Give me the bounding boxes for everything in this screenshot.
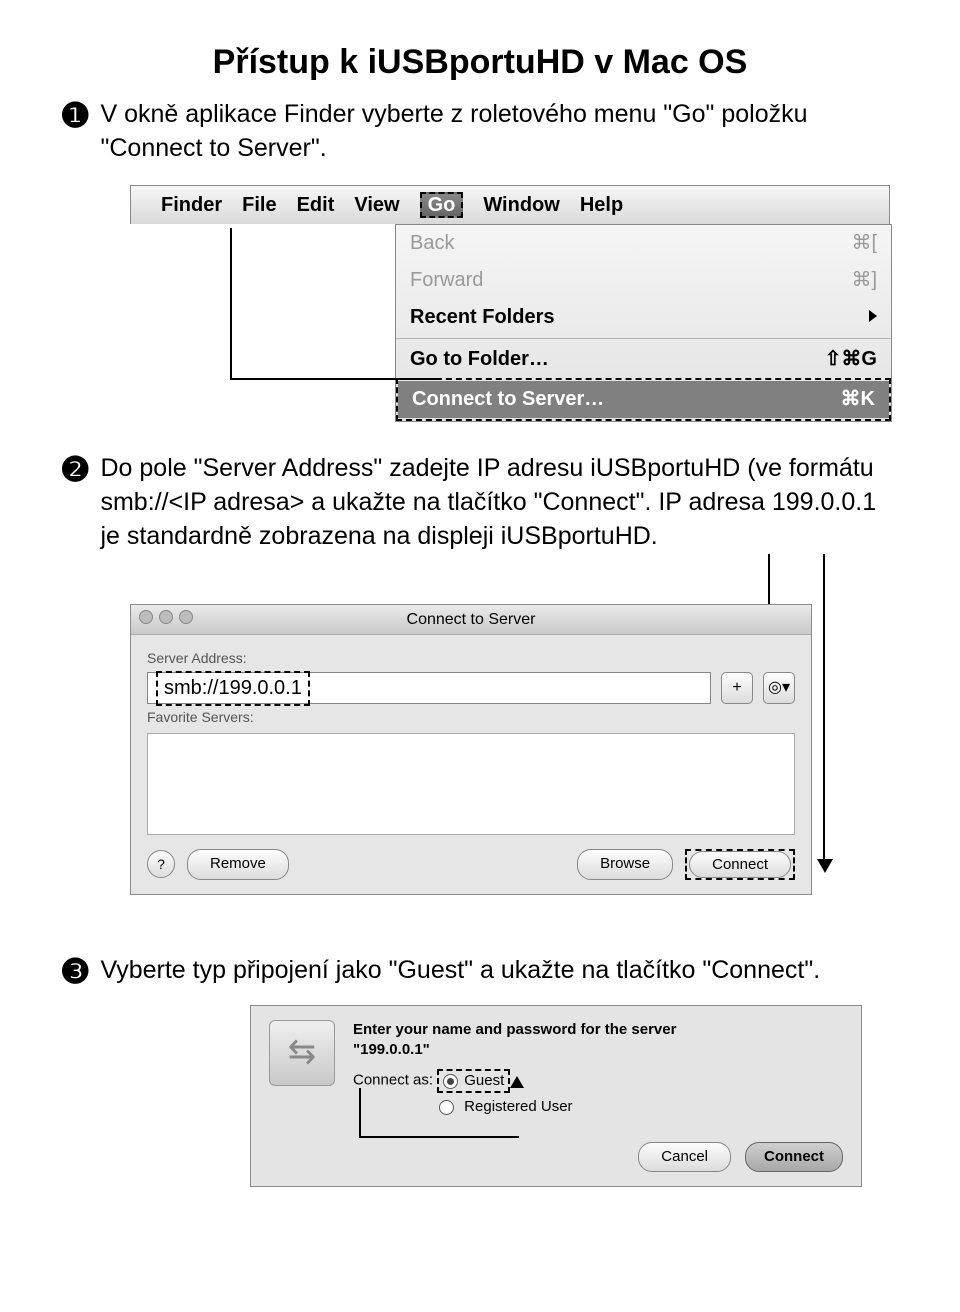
history-button[interactable]: ◎▾ (763, 672, 795, 704)
network-icon: ⇆ (269, 1020, 335, 1086)
callout-arrow-guest (510, 1076, 524, 1088)
go-dropdown: Back ⌘[ Forward ⌘] Recent Folders Go to … (395, 224, 892, 422)
browse-button[interactable]: Browse (577, 849, 673, 879)
menu-file[interactable]: File (242, 192, 276, 219)
step-2-number: ❷ (60, 452, 90, 489)
dialog-titlebar: Connect to Server (131, 605, 811, 636)
auth-prompt: Enter your name and password for the ser… (353, 1020, 843, 1059)
menu-edit[interactable]: Edit (297, 192, 335, 219)
callout-line-guest (359, 1088, 519, 1138)
go-to-folder[interactable]: Go to Folder… ⇧⌘G (396, 341, 891, 378)
remove-button[interactable]: Remove (187, 849, 289, 879)
go-recent[interactable]: Recent Folders (396, 299, 891, 336)
connect-to-server-dialog: Connect to Server Server Address: smb://… (130, 604, 812, 895)
dialog-title: Connect to Server (407, 611, 536, 628)
guest-radio[interactable] (443, 1074, 458, 1089)
menu-finder[interactable]: Finder (161, 192, 222, 219)
connect-button[interactable]: Connect (689, 851, 791, 878)
connect-server-label: Connect to Server… (412, 386, 604, 413)
step-1: ❶ V okně aplikace Finder vyberte z rolet… (60, 98, 900, 166)
menu-view[interactable]: View (354, 192, 399, 219)
menu-window[interactable]: Window (483, 192, 559, 219)
step-3-number: ❸ (60, 954, 90, 991)
server-address-label: Server Address: (147, 649, 795, 668)
connect-button-highlight: Connect (685, 849, 795, 880)
favorite-servers-label: Favorite Servers: (147, 708, 795, 727)
go-to-folder-shortcut: ⇧⌘G (825, 346, 877, 373)
callout-line (230, 228, 440, 380)
connect-to-server-highlight: Connect to Server… ⌘K (396, 378, 891, 421)
menu-help[interactable]: Help (580, 192, 623, 219)
favorite-servers-list[interactable] (147, 733, 795, 835)
go-forward[interactable]: Forward ⌘] (396, 262, 891, 299)
window-buttons[interactable] (139, 610, 193, 624)
connect-server-shortcut: ⌘K (841, 386, 875, 413)
address-highlight: smb://199.0.0.1 (156, 671, 310, 706)
menu-separator (396, 338, 891, 339)
page-title: Přístup k iUSBportuHD v Mac OS (60, 40, 900, 86)
go-connect-server[interactable]: Connect to Server… ⌘K (398, 381, 889, 418)
step-2-text: Do pole "Server Address" zadejte IP adre… (100, 452, 900, 553)
add-favorite-button[interactable]: + (721, 672, 753, 704)
go-back[interactable]: Back ⌘[ (396, 225, 891, 262)
step-1-text: V okně aplikace Finder vyberte z roletov… (100, 98, 900, 166)
callout-line-connect (823, 554, 825, 859)
chevron-right-icon (869, 310, 877, 322)
step-2: ❷ Do pole "Server Address" zadejte IP ad… (60, 452, 900, 553)
server-address-input[interactable]: smb://199.0.0.1 (147, 672, 711, 704)
finder-menu-figure: Finder File Edit View Go Window Help Bac… (130, 185, 890, 422)
menu-go[interactable]: Go (420, 192, 464, 218)
connect-as-label: Connect as: (353, 1072, 433, 1089)
step-1-number: ❶ (60, 98, 90, 135)
help-button[interactable]: ? (147, 850, 175, 878)
auth-connect-button[interactable]: Connect (745, 1142, 843, 1172)
step-3-text: Vyberte typ připojení jako "Guest" a uka… (100, 954, 820, 988)
mac-menubar: Finder File Edit View Go Window Help (130, 185, 890, 224)
cancel-button[interactable]: Cancel (638, 1142, 731, 1172)
go-back-shortcut: ⌘[ (851, 230, 877, 257)
connect-dialog-figure: Connect to Server Server Address: smb://… (130, 574, 890, 924)
auth-dialog: ⇆ Enter your name and password for the s… (250, 1005, 862, 1187)
callout-arrow-connect (817, 859, 833, 873)
go-forward-shortcut: ⌘] (851, 267, 877, 294)
step-3: ❸ Vyberte typ připojení jako "Guest" a u… (60, 954, 900, 991)
